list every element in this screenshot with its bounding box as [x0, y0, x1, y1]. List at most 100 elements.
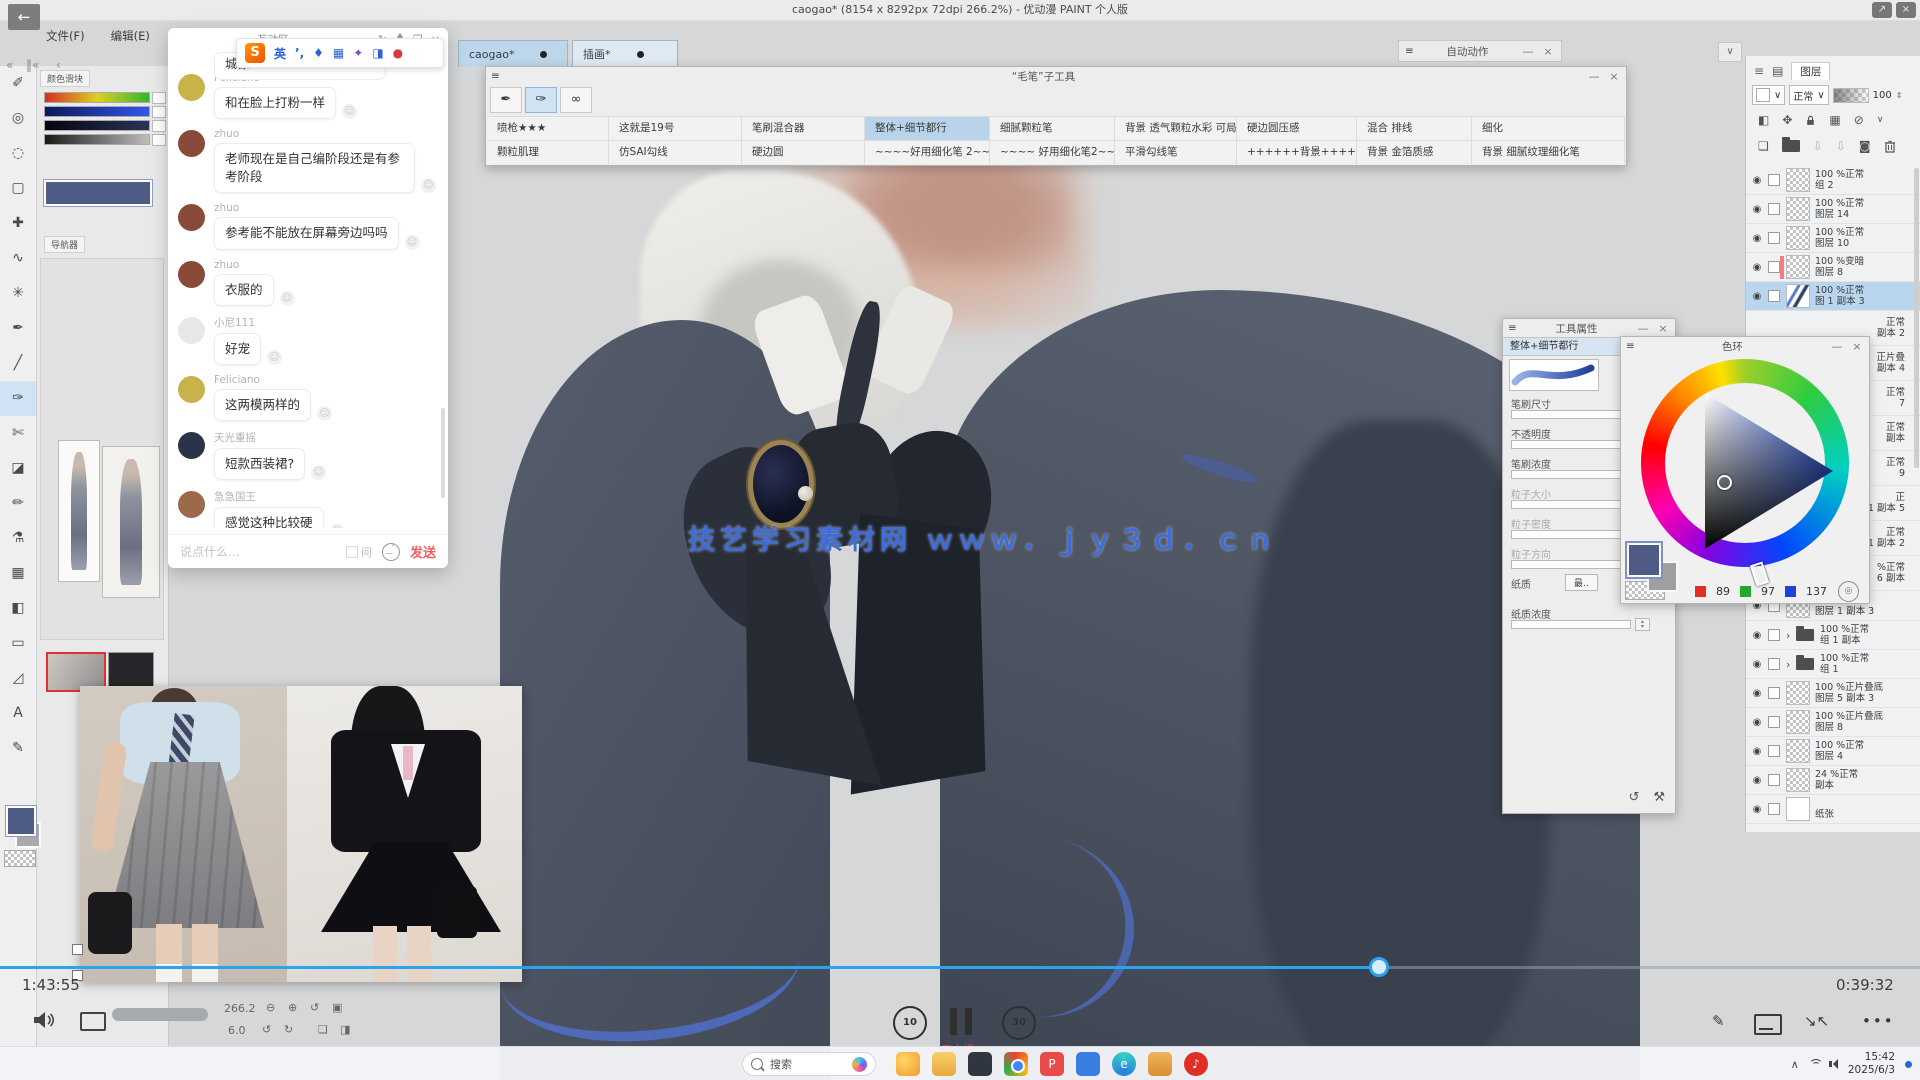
visibility-eye-icon[interactable]: ◉: [1746, 775, 1768, 786]
visibility-eye-icon[interactable]: ◉: [1746, 746, 1768, 757]
opacity-stepper-icon[interactable]: ⇕: [1896, 91, 1903, 100]
mic-icon[interactable]: ♦: [313, 46, 324, 60]
more-options-icon[interactable]: •••: [1862, 1012, 1895, 1030]
menu-icon[interactable]: ≡: [1508, 322, 1517, 334]
subtool-item[interactable]: 背景 金箔质感: [1357, 140, 1472, 164]
chevron-down-icon[interactable]: ∨: [1877, 115, 1884, 125]
visibility-eye-icon[interactable]: ◉: [1746, 233, 1768, 244]
presentation-icon[interactable]: [80, 1012, 106, 1031]
speaker-icon[interactable]: [32, 1010, 56, 1030]
menu-item[interactable]: 编辑(E): [111, 28, 150, 48]
brush-tool-icon[interactable]: ✒: [490, 87, 522, 113]
overlay-close-button[interactable]: ×: [1896, 2, 1916, 18]
reset-settings-icon[interactable]: ↺: [1628, 790, 1639, 805]
new-folder-icon[interactable]: [1782, 140, 1800, 152]
subtitle-icon[interactable]: [1754, 1014, 1782, 1035]
close-icon[interactable]: ×: [1541, 45, 1555, 58]
tab-navigator[interactable]: 导航器: [44, 236, 85, 253]
trash-icon[interactable]: [1884, 140, 1896, 153]
tool-button[interactable]: ╱: [0, 346, 36, 381]
message-emoji-button[interactable]: ☺: [330, 524, 345, 528]
tool-button[interactable]: A: [0, 696, 36, 731]
tool-button[interactable]: ▦: [0, 556, 36, 591]
layer-checkbox[interactable]: [1768, 174, 1780, 186]
hue-slider[interactable]: [44, 92, 150, 103]
chat-input[interactable]: 说点什么...: [180, 543, 336, 560]
collapse-left2-icon[interactable]: ‖«: [26, 58, 39, 72]
taskbar-app-icon[interactable]: P: [1040, 1052, 1064, 1076]
layer-row[interactable]: ◉ › 纸张: [1746, 795, 1920, 824]
layer-row[interactable]: ◉ › 100 %正常 组 2: [1746, 166, 1920, 195]
menu-item[interactable]: 文件(F): [46, 28, 85, 48]
opacity-slider[interactable]: [1833, 88, 1869, 103]
subtool-item[interactable]: 硬边圆压感: [1237, 116, 1357, 140]
taskbar-search[interactable]: 搜索: [742, 1052, 876, 1076]
paper-select-button[interactable]: 最..: [1565, 574, 1598, 591]
layer-checkbox[interactable]: [1768, 745, 1780, 757]
gray-slider[interactable]: [44, 134, 150, 145]
subtool-item[interactable]: 背景 细腻纹理细化笔: [1472, 140, 1625, 164]
subtool-item[interactable]: ~~~~好用细化笔 2~~~~: [865, 140, 990, 164]
layer-row[interactable]: ◉ › 24 %正常 副本: [1746, 766, 1920, 795]
visibility-eye-icon[interactable]: ◉: [1746, 291, 1768, 302]
toolbox-icon[interactable]: ◨: [372, 46, 383, 60]
menu-icon[interactable]: ≡: [1626, 340, 1635, 352]
reference-photos-window[interactable]: [80, 686, 522, 982]
layer-checkbox[interactable]: [1768, 687, 1780, 699]
wrench-icon[interactable]: ⚒: [1653, 790, 1665, 805]
layer-checkbox[interactable]: [1768, 774, 1780, 786]
panel-dropdown-icon[interactable]: ∨: [1718, 42, 1742, 62]
navigator-thumbnail[interactable]: [102, 446, 160, 598]
lock-icon[interactable]: [1805, 115, 1816, 126]
slider-value-box[interactable]: [152, 106, 166, 118]
zoom-reset-icon[interactable]: ↺: [310, 1001, 319, 1014]
tool-button[interactable]: ✚: [0, 206, 36, 241]
fit-screen-icon[interactable]: ▣: [332, 1001, 342, 1014]
collapse-left-icon[interactable]: «: [6, 58, 13, 72]
visibility-eye-icon[interactable]: ◉: [1746, 262, 1768, 273]
slider-value-box[interactable]: [152, 134, 166, 146]
layer-checkbox[interactable]: [1768, 261, 1780, 273]
avatar[interactable]: [178, 261, 205, 288]
rotate-right-icon[interactable]: ↻: [284, 1023, 293, 1036]
message-emoji-button[interactable]: ☺: [267, 350, 282, 365]
tool-button[interactable]: ◎: [0, 101, 36, 136]
color-selector-circle[interactable]: [1717, 475, 1732, 490]
subtool-item[interactable]: 整体+细节都行: [865, 116, 990, 140]
subtool-item[interactable]: 仿SAI勾线: [609, 140, 742, 164]
visibility-eye-icon[interactable]: ◉: [1746, 175, 1768, 186]
taskbar-app-icon[interactable]: [1004, 1052, 1028, 1076]
slider-track[interactable]: [1511, 410, 1631, 419]
taskbar-app-icon[interactable]: [932, 1052, 956, 1076]
tool-button[interactable]: ▭: [0, 626, 36, 661]
blend-tool-icon[interactable]: ∞: [560, 87, 592, 113]
subtool-item[interactable]: 细化: [1472, 116, 1625, 140]
layer-checkbox[interactable]: [1768, 803, 1780, 815]
resize-handle[interactable]: [72, 944, 83, 955]
subtool-item[interactable]: 这就是19号: [609, 116, 742, 140]
tool-button[interactable]: ◧: [0, 591, 36, 626]
taskbar-app-icon[interactable]: [896, 1052, 920, 1076]
tool-button[interactable]: ✄: [0, 416, 36, 451]
keyboard-icon[interactable]: ▦: [333, 46, 344, 60]
tool-button[interactable]: ✳: [0, 276, 36, 311]
subtool-item[interactable]: 笔刷混合器: [742, 116, 865, 140]
layers-scrollbar[interactable]: [1914, 168, 1919, 468]
message-emoji-button[interactable]: ☺: [311, 465, 326, 480]
layer-row[interactable]: ◉ › 100 %变暗 图层 8: [1746, 253, 1920, 282]
main-color-swatch[interactable]: [6, 806, 36, 836]
lock-transparent-icon[interactable]: ▦: [1829, 113, 1840, 127]
mirror-icon[interactable]: ◨: [340, 1023, 350, 1036]
avatar[interactable]: [178, 376, 205, 403]
layer-row[interactable]: ◉ › 100 %正常 组 1: [1746, 650, 1920, 679]
slider-track[interactable]: [1511, 560, 1631, 569]
tool-button[interactable]: ✎: [0, 731, 36, 766]
layer-checkbox[interactable]: [1768, 629, 1780, 641]
layer-checkbox[interactable]: [1768, 658, 1780, 670]
chat-messages[interactable]: Feliciano 和在脸上打粉一样 ☺ zhuo 老师现在是自己编阶段还是有参…: [178, 72, 436, 528]
layer-row[interactable]: ◉ › 100 %正常 图层 10: [1746, 224, 1920, 253]
subtool-item[interactable]: ++++++背景++++++++++++++++: [1237, 140, 1357, 164]
close-icon[interactable]: ×: [1656, 322, 1670, 335]
minimize-icon[interactable]: —: [1587, 70, 1601, 83]
overlay-pin-button[interactable]: ↗: [1872, 2, 1892, 18]
